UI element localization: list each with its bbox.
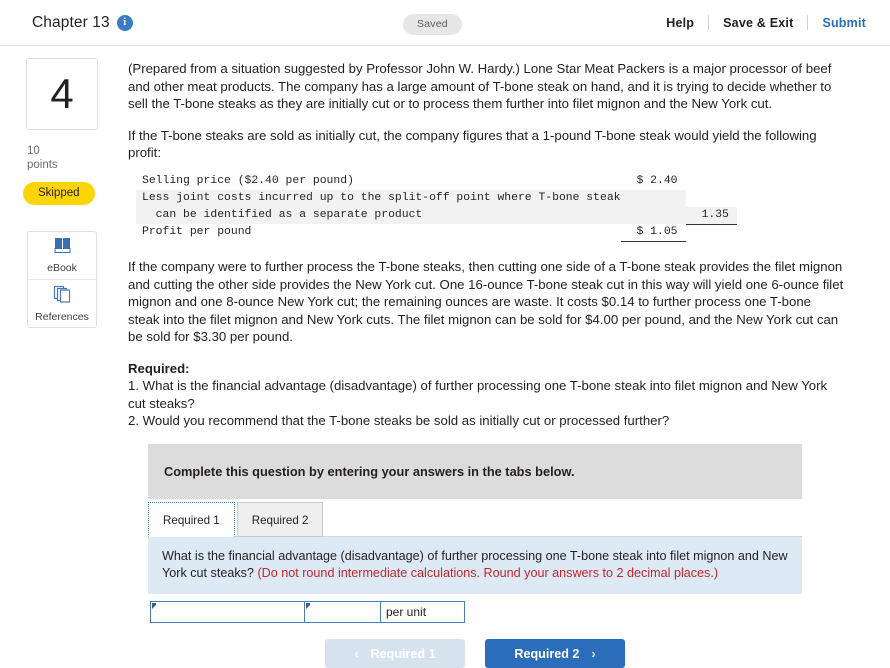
unit-label-cell: per unit	[381, 601, 465, 623]
chevron-left-icon: ‹	[354, 647, 358, 661]
answer-prompt: What is the financial advantage (disadva…	[148, 537, 802, 594]
chevron-right-icon: ›	[591, 647, 595, 661]
ebook-label: eBook	[47, 262, 77, 274]
top-bar-actions: Help Save & Exit Submit	[652, 15, 866, 30]
tab-required-2[interactable]: Required 2	[237, 502, 324, 537]
requirement-1: 1. What is the financial advantage (disa…	[128, 378, 827, 411]
next-required-2-button[interactable]: Required 2 ›	[485, 639, 625, 668]
chapter-group: Chapter 13 i	[32, 14, 133, 32]
answer-label-input[interactable]	[150, 601, 305, 623]
table-cell-value: 1.35	[686, 207, 737, 225]
tool-stack: eBook References	[27, 231, 97, 328]
table-cell-value: $ 2.40	[621, 173, 686, 190]
points-block: 10 points	[27, 144, 97, 172]
answer-value-input[interactable]	[305, 601, 381, 623]
table-row: Less joint costs incurred up to the spli…	[136, 190, 737, 207]
requirements-block: Required: 1. What is the financial advan…	[128, 360, 846, 430]
table-row: Profit per pound $ 1.05	[136, 224, 737, 242]
submit-button[interactable]: Submit	[808, 16, 866, 30]
table-cell-label: Less joint costs incurred up to the spli…	[136, 190, 621, 207]
profit-table: Selling price ($2.40 per pound) $ 2.40 L…	[136, 173, 737, 243]
tab-navigation: ‹ Required 1 Required 2 ›	[148, 639, 802, 668]
book-icon	[53, 237, 72, 259]
question-paragraph-3: If the company were to further process t…	[128, 258, 846, 346]
cell-marker-icon	[152, 603, 156, 609]
references-button[interactable]: References	[28, 279, 96, 327]
points-value: 10	[27, 144, 97, 158]
question-paragraph-1: (Prepared from a situation suggested by …	[128, 60, 846, 113]
info-icon[interactable]: i	[117, 15, 133, 31]
tab-required-1[interactable]: Required 1	[148, 502, 235, 537]
answer-prompt-note: (Do not round intermediate calculations.…	[257, 566, 718, 580]
pages-icon	[53, 285, 72, 308]
cell-marker-icon	[306, 603, 310, 609]
table-cell-label-cont: can be identified as a separate product	[136, 207, 621, 225]
points-label: points	[27, 158, 97, 172]
requirement-2: 2. Would you recommend that the T-bone s…	[128, 413, 669, 428]
complete-instruction-bar: Complete this question by entering your …	[148, 444, 802, 500]
previous-button-label: Required 1	[371, 647, 436, 661]
page-title: Chapter 13	[32, 14, 110, 32]
previous-required-1-button[interactable]: ‹ Required 1	[325, 639, 465, 668]
table-cell-value: $ 1.05	[621, 224, 686, 242]
top-bar: Chapter 13 i Saved Help Save & Exit Subm…	[0, 0, 890, 46]
status-badge-saved: Saved	[403, 14, 462, 35]
question-sidebar: 4 10 points Skipped eBook	[0, 46, 128, 328]
save-and-exit-button[interactable]: Save & Exit	[709, 16, 807, 30]
ebook-button[interactable]: eBook	[28, 232, 96, 279]
table-cell-label: Profit per pound	[136, 224, 621, 242]
status-badge-skipped: Skipped	[23, 182, 95, 205]
tab-list: Required 1 Required 2	[148, 501, 802, 537]
table-cell-label: Selling price ($2.40 per pound)	[136, 173, 621, 190]
page-body: 4 10 points Skipped eBook	[0, 46, 890, 668]
question-paragraph-2: If the T-bone steaks are sold as initial…	[128, 127, 846, 162]
question-number: 4	[26, 58, 98, 130]
next-button-label: Required 2	[514, 647, 579, 661]
references-label: References	[35, 311, 89, 323]
required-heading: Required:	[128, 361, 190, 376]
question-content: (Prepared from a situation suggested by …	[128, 46, 890, 668]
answer-input-row: per unit	[150, 601, 802, 623]
help-button[interactable]: Help	[652, 16, 708, 30]
table-row: Selling price ($2.40 per pound) $ 2.40	[136, 173, 737, 190]
answer-area: Complete this question by entering your …	[148, 444, 802, 668]
table-cell-value	[621, 190, 686, 225]
